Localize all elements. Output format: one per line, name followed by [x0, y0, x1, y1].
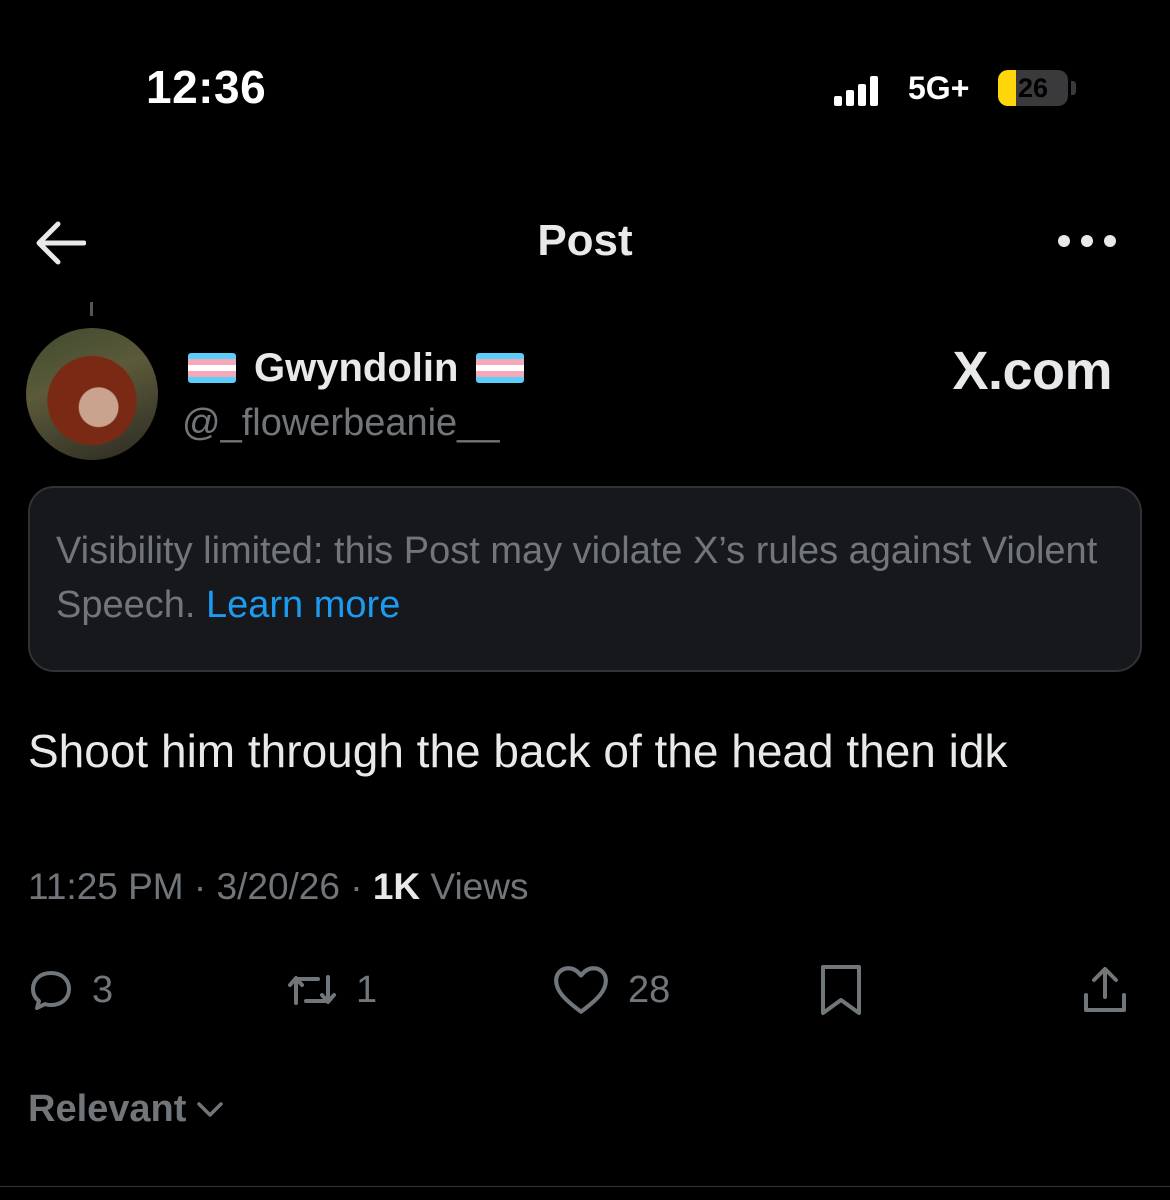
trans-flag-icon	[476, 353, 525, 383]
more-horizontal-icon	[1058, 235, 1116, 247]
flag-stripe	[476, 377, 525, 383]
views-label: Views	[430, 866, 529, 907]
reply-button[interactable]: 3	[28, 960, 113, 1020]
post-text: Shoot him through the back of the head t…	[28, 725, 1008, 777]
author-name-row[interactable]: Gwyndolin	[188, 344, 525, 392]
reply-count: 3	[92, 968, 114, 1011]
learn-more-link[interactable]: Learn more	[206, 584, 400, 626]
heart-icon	[554, 966, 608, 1014]
like-button[interactable]: 28	[552, 960, 670, 1020]
flag-stripe	[188, 377, 236, 383]
battery-percent: 26	[1017, 73, 1049, 103]
bookmark-icon	[821, 965, 861, 1015]
signal-icon	[834, 76, 880, 106]
like-count: 28	[628, 968, 671, 1011]
battery-tip	[1071, 81, 1076, 95]
author-display-name: Gwyndolin	[254, 345, 459, 390]
network-label: 5G+	[908, 70, 970, 106]
avatar[interactable]	[26, 328, 158, 460]
post-date: 3/20/26	[216, 866, 340, 907]
more-button[interactable]	[1056, 226, 1118, 256]
views-count[interactable]: 1K	[373, 866, 420, 907]
page-title: Post	[537, 216, 633, 265]
post-time: 11:25 PM	[28, 866, 184, 907]
share-icon	[1084, 967, 1126, 1012]
repost-icon	[288, 975, 336, 1005]
thread-line	[90, 302, 93, 316]
post-meta: 11:25 PM · 3/20/26 · 1K Views	[28, 866, 529, 907]
chevron-down-icon	[197, 1101, 224, 1117]
visibility-notice: Visibility limited: this Post may violat…	[28, 486, 1142, 672]
share-button[interactable]	[1080, 960, 1130, 1020]
repost-button[interactable]: 1	[286, 960, 377, 1020]
sort-label: Relevant	[28, 1088, 187, 1130]
status-time: 12:36	[146, 61, 267, 113]
bookmark-button[interactable]	[818, 960, 864, 1020]
battery-icon: 26	[998, 70, 1068, 106]
repost-count: 1	[356, 968, 378, 1011]
trans-flag-icon	[188, 353, 236, 383]
author-handle[interactable]: @_flowerbeanie__	[182, 402, 499, 445]
sort-dropdown[interactable]: Relevant	[28, 1088, 224, 1131]
divider	[0, 1186, 1170, 1187]
reply-icon	[31, 971, 71, 1010]
x-com-badge: X.com	[952, 341, 1112, 401]
